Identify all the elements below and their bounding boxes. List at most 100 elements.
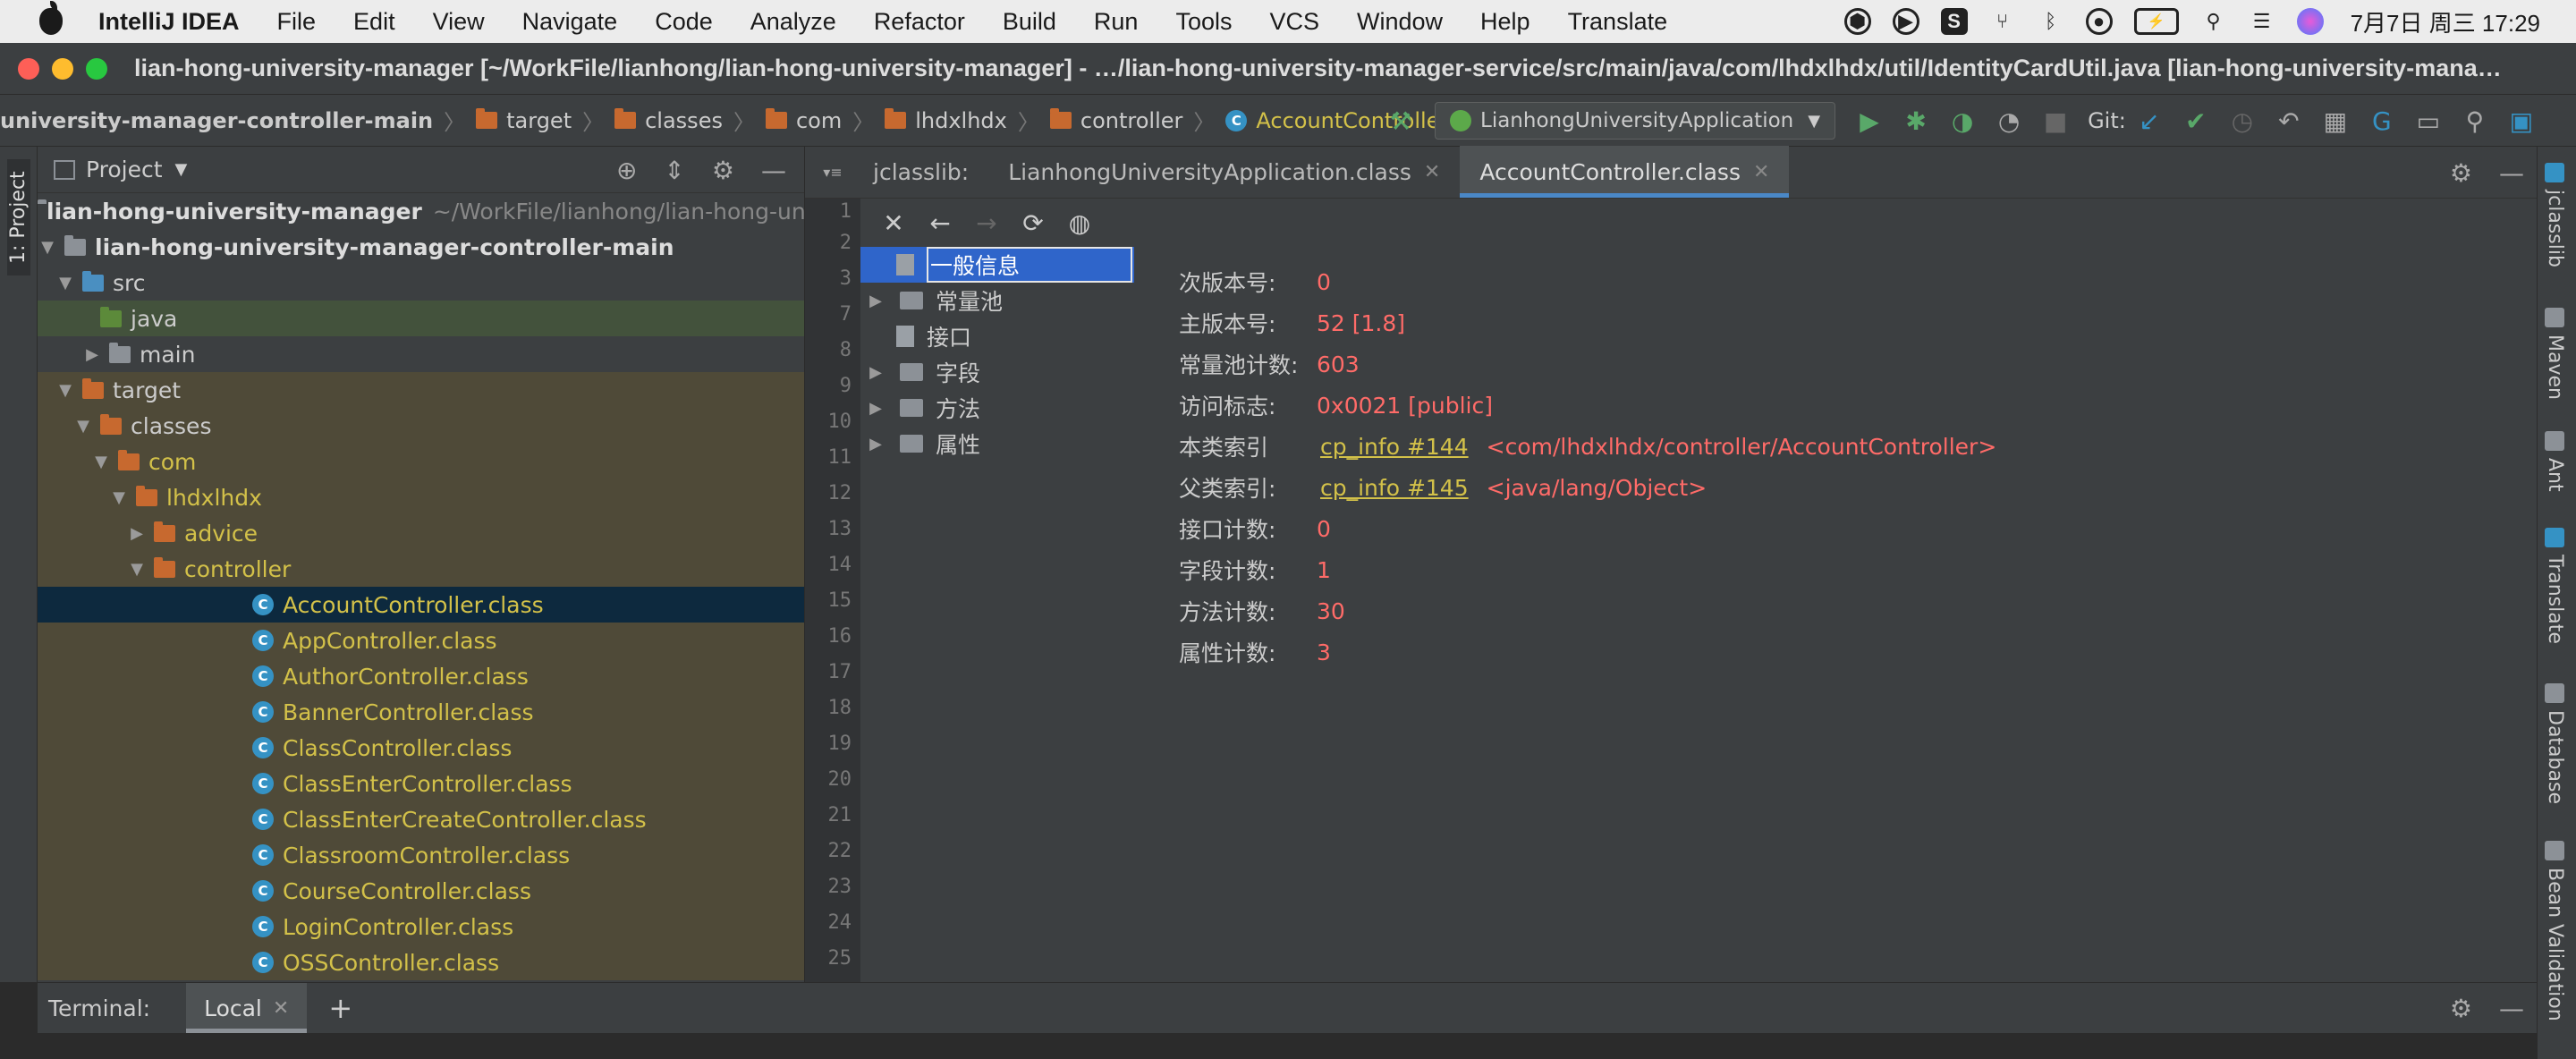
expand-arrow-icon[interactable]: ▼ xyxy=(38,238,57,257)
refresh-icon[interactable]: ⟳ xyxy=(1020,208,1046,238)
back-arrow-icon[interactable]: ← xyxy=(927,208,953,238)
tree-file[interactable]: C AppController.class xyxy=(38,623,804,658)
terminal-body[interactable] xyxy=(38,1033,2537,1059)
menu-build[interactable]: Build xyxy=(1003,8,1056,36)
expand-arrow-icon[interactable]: ▼ xyxy=(55,274,75,292)
web-globe-icon[interactable]: ◍ xyxy=(1066,208,1093,238)
apple-logo-icon[interactable] xyxy=(39,1,63,35)
gear-icon[interactable]: ⚙ xyxy=(2450,158,2472,188)
tree-file[interactable]: C ClassroomController.class xyxy=(38,837,804,873)
bluetooth-icon[interactable]: ᛒ xyxy=(2038,8,2064,35)
tree-folder-com[interactable]: ▼ com xyxy=(38,444,804,479)
menu-edit[interactable]: Edit xyxy=(353,8,395,36)
tree-folder-classes[interactable]: ▼ classes xyxy=(38,408,804,444)
breadcrumb-target[interactable]: target xyxy=(506,108,572,133)
hide-panel-icon[interactable]: — xyxy=(2499,158,2524,188)
tool-tab-translate[interactable]: Translate xyxy=(2544,528,2566,644)
gutter-menu-icon[interactable]: ▾≡ xyxy=(805,146,860,198)
git-commit-check-icon[interactable]: ✔ xyxy=(2178,103,2214,139)
search-icon[interactable]: ⚲ xyxy=(2457,103,2493,139)
hide-panel-icon[interactable]: — xyxy=(2499,994,2524,1023)
tree-folder-lhdxlhdx[interactable]: ▼ lhdxlhdx xyxy=(38,479,804,515)
tree-folder-advice[interactable]: ▶ advice xyxy=(38,515,804,551)
run-with-coverage-icon[interactable]: ◑ xyxy=(1945,103,1980,139)
tree-folder-controller[interactable]: ▼ controller xyxy=(38,551,804,587)
expand-arrow-icon[interactable]: ▼ xyxy=(55,381,75,400)
tab-account-controller[interactable]: AccountController.class ✕ xyxy=(1460,146,1790,198)
tree-file[interactable]: C OSSController.class xyxy=(38,945,804,980)
gear-icon[interactable]: ⚙ xyxy=(712,156,734,185)
plugin-icon[interactable]: ▣ xyxy=(2504,103,2539,139)
close-icon[interactable]: ✕ xyxy=(880,208,907,238)
menu-run[interactable]: Run xyxy=(1094,8,1139,36)
menu-view[interactable]: View xyxy=(433,8,485,36)
tree-root[interactable]: lian-hong-university-manager ~/WorkFile/… xyxy=(38,193,804,229)
translate-icon[interactable]: G xyxy=(2364,103,2400,139)
minimize-window-button[interactable] xyxy=(52,57,73,80)
tool-tab-bean-validation[interactable]: Bean Validation xyxy=(2544,841,2566,1021)
tree-item-interfaces[interactable]: 接口 xyxy=(860,318,1129,354)
tool-tab-database[interactable]: Database xyxy=(2544,683,2566,804)
play-circle-icon[interactable]: ▶ xyxy=(1892,8,1919,35)
hexagon-app-icon[interactable]: ⬢ xyxy=(1843,8,1871,35)
menu-clock[interactable]: 7月7日 周三 17:29 xyxy=(2351,5,2540,38)
battery-icon[interactable]: ⚡ xyxy=(2133,8,2179,35)
close-window-button[interactable] xyxy=(18,57,39,80)
collapse-arrow-icon[interactable]: ▶ xyxy=(866,399,886,418)
terminal-window-icon[interactable]: ▭ xyxy=(2411,103,2446,139)
tree-folder-target[interactable]: ▼ target xyxy=(38,372,804,408)
run-configuration-select[interactable]: LianhongUniversityApplication ▼ xyxy=(1435,102,1836,140)
profile-icon[interactable]: ◔ xyxy=(1991,103,2027,139)
menu-translate[interactable]: Translate xyxy=(1568,8,1668,36)
tree-folder-main[interactable]: ▶ main xyxy=(38,336,804,372)
fork-icon[interactable]: ⑂ xyxy=(1989,8,2016,35)
tree-folder-java[interactable]: java xyxy=(38,301,804,336)
siri-icon[interactable] xyxy=(2296,8,2324,35)
project-view-select[interactable]: Project xyxy=(86,157,163,182)
collapse-arrow-icon[interactable]: ▶ xyxy=(82,345,102,364)
build-hammer-icon[interactable]: ⚒ xyxy=(1383,103,1419,139)
run-icon[interactable]: ▶ xyxy=(1852,103,1887,139)
git-history-clock-icon[interactable]: ◷ xyxy=(2224,103,2260,139)
close-icon[interactable]: ✕ xyxy=(1753,161,1769,183)
terminal-tab-local[interactable]: Local ✕ xyxy=(186,983,308,1033)
breadcrumb-controller[interactable]: controller xyxy=(1080,108,1183,133)
menu-file[interactable]: File xyxy=(277,8,317,36)
expand-arrow-icon[interactable]: ▼ xyxy=(91,453,111,471)
tree-file[interactable]: C ClassEnterCreateController.class xyxy=(38,801,804,837)
control-center-icon[interactable]: ☰ xyxy=(2249,8,2275,35)
zoom-window-button[interactable] xyxy=(86,57,107,80)
stop-icon[interactable]: ■ xyxy=(2038,103,2073,139)
expand-arrow-icon[interactable]: ▼ xyxy=(127,560,147,579)
project-tool-tab[interactable]: 1: Project xyxy=(7,159,30,275)
tree-file[interactable]: C ClassEnterController.class xyxy=(38,766,804,801)
breadcrumb-module[interactable]: university-manager-controller-main xyxy=(0,108,433,133)
collapse-arrow-icon[interactable]: ▶ xyxy=(866,435,886,453)
menu-vcs[interactable]: VCS xyxy=(1269,8,1319,36)
project-structure-icon[interactable]: ▦ xyxy=(2318,103,2353,139)
tree-item-methods[interactable]: ▶ 方法 xyxy=(860,390,1129,426)
gear-icon[interactable]: ⚙ xyxy=(2450,994,2472,1023)
menu-refactor[interactable]: Refactor xyxy=(874,8,965,36)
git-update-icon[interactable]: ↙ xyxy=(2131,103,2167,139)
tool-tab-ant[interactable]: Ant xyxy=(2544,431,2566,492)
spotlight-search-icon[interactable]: ⚲ xyxy=(2200,8,2227,35)
tree-file[interactable]: C AuthorController.class xyxy=(38,658,804,694)
cp-info-link[interactable]: cp_info #145 xyxy=(1320,475,1469,501)
tool-tab-maven[interactable]: Maven xyxy=(2544,308,2566,400)
tree-item-attributes[interactable]: ▶ 属性 xyxy=(860,426,1129,462)
tree-file[interactable]: C CourseController.class xyxy=(38,873,804,909)
locate-crosshair-icon[interactable]: ⊕ xyxy=(616,156,637,185)
tree-file[interactable]: C LoginController.class xyxy=(38,909,804,945)
breadcrumb-classes[interactable]: classes xyxy=(645,108,723,133)
tree-file-selected[interactable]: C AccountController.class xyxy=(38,587,804,623)
collapse-arrow-icon[interactable]: ▶ xyxy=(866,363,886,382)
tool-tab-jclasslib[interactable]: jclasslib xyxy=(2544,163,2566,267)
git-rollback-icon[interactable]: ↶ xyxy=(2271,103,2307,139)
menu-window[interactable]: Window xyxy=(1357,8,1443,36)
menu-app-name[interactable]: IntelliJ IDEA xyxy=(98,8,240,36)
menu-code[interactable]: Code xyxy=(655,8,713,36)
close-icon[interactable]: ✕ xyxy=(273,997,289,1020)
menu-analyze[interactable]: Analyze xyxy=(750,8,836,36)
tree-file[interactable]: C ClassController.class xyxy=(38,730,804,766)
